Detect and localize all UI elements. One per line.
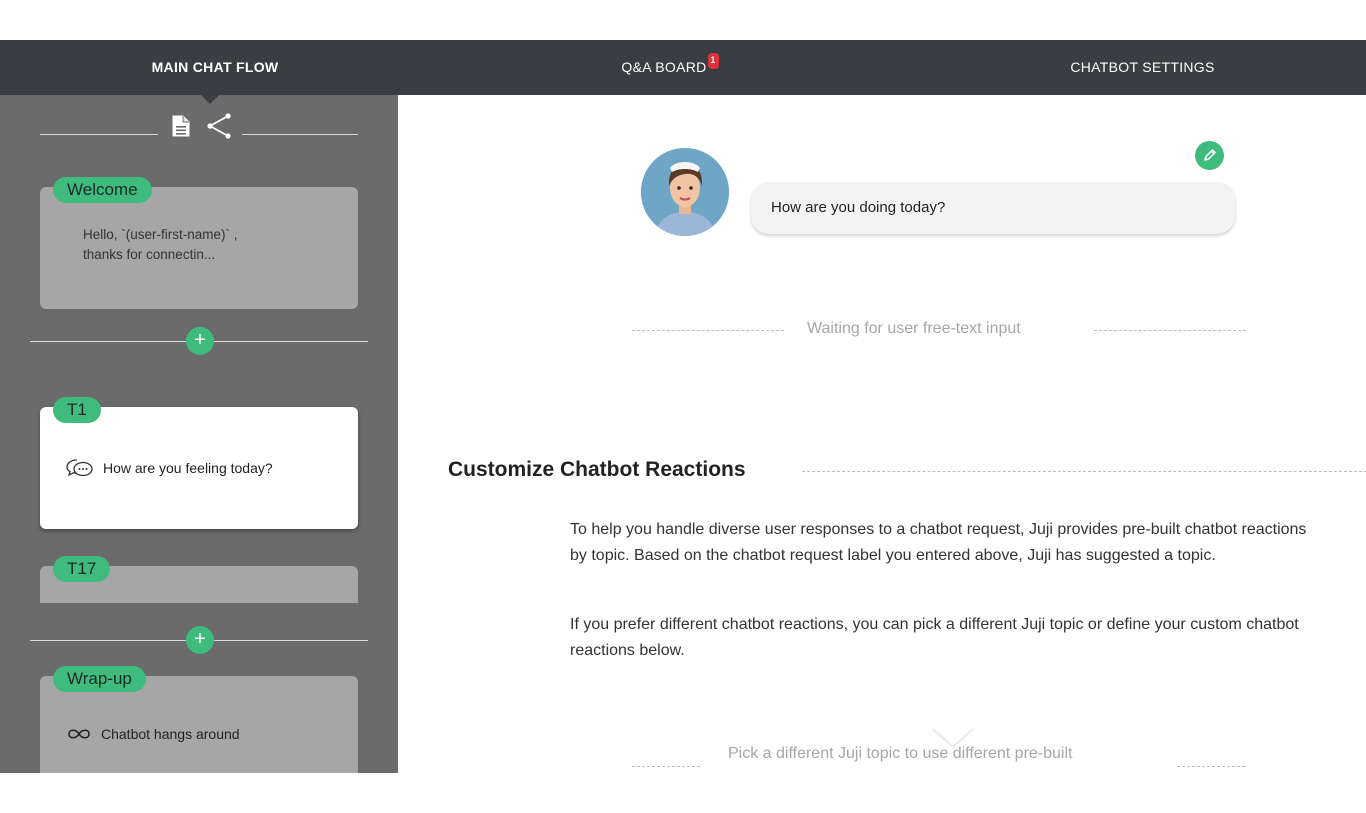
info-paragraph-1: To help you handle diverse user response… xyxy=(570,521,1307,564)
tab-qa-board[interactable]: Q&A BOARD 1 xyxy=(470,40,870,95)
wrap-up-card-text: Chatbot hangs around xyxy=(101,726,240,742)
waiting-text: Waiting for user free-text input xyxy=(807,320,1021,337)
dashed-line xyxy=(1094,330,1246,331)
chatbot-message-bubble: How are you doing today? xyxy=(751,182,1235,234)
tab-chatbot-settings-label: CHATBOT SETTINGS xyxy=(1070,59,1215,75)
main-content: How are you doing today? Waiting for use… xyxy=(398,95,1366,773)
dashed-line xyxy=(632,330,784,331)
dashed-line xyxy=(632,766,700,767)
card-tag-wrap-up[interactable]: Wrap-up xyxy=(53,666,146,692)
section-dashed-line xyxy=(802,471,1366,472)
info-paragraph-2: If you prefer different chatbot reaction… xyxy=(570,616,1299,659)
chat-bubbles-icon xyxy=(66,459,93,477)
add-step-button[interactable]: + xyxy=(186,626,214,654)
document-icon[interactable] xyxy=(168,113,194,139)
card-tag-t17[interactable]: T17 xyxy=(53,556,111,582)
add-step-button[interactable]: + xyxy=(186,327,214,355)
tab-main-chat-flow-label: MAIN CHAT FLOW xyxy=(151,59,279,75)
welcome-card-text-line2: thanks for connectin... xyxy=(83,247,216,262)
toolbar-divider-right xyxy=(242,134,358,135)
tab-main-chat-flow[interactable]: MAIN CHAT FLOW xyxy=(0,40,430,95)
section-title: Customize Chatbot Reactions xyxy=(448,458,746,481)
pencil-icon xyxy=(1204,149,1216,161)
t1-card-row: How are you feeling today? xyxy=(65,457,273,479)
welcome-card-text-line1: Hello, `(user-first-name)` , xyxy=(83,227,238,242)
pick-topic-row: Pick a different Juji topic to use diffe… xyxy=(632,745,1246,767)
sidebar-toolbar xyxy=(40,109,358,139)
chat-flow-sidebar: Welcome Hello, `(user-first-name)` , tha… xyxy=(0,95,398,773)
top-nav-bar: MAIN CHAT FLOW Q&A BOARD 1 CHATBOT SETTIN… xyxy=(0,40,1366,104)
tab-qa-board-label: Q&A BOARD xyxy=(621,59,707,75)
top-blank-area xyxy=(0,0,1366,40)
card-tag-t1[interactable]: T1 xyxy=(53,397,101,423)
pick-topic-text[interactable]: Pick a different Juji topic to use diffe… xyxy=(728,745,1072,763)
notification-badge: 1 xyxy=(707,53,719,69)
active-tab-caret xyxy=(201,95,219,104)
t1-card[interactable]: How are you feeling today? xyxy=(40,407,358,529)
waiting-indicator: Waiting for user free-text input xyxy=(632,320,1246,340)
t1-card-text: How are you feeling today? xyxy=(103,460,273,476)
flow-branch-icon[interactable] xyxy=(206,113,232,139)
dashed-line xyxy=(1177,766,1245,767)
wrap-up-card-row: Chatbot hangs around xyxy=(65,726,240,742)
card-tag-welcome[interactable]: Welcome xyxy=(53,177,152,203)
edit-button[interactable] xyxy=(1195,141,1224,170)
chatbot-avatar xyxy=(641,148,729,236)
welcome-card[interactable]: Hello, `(user-first-name)` , thanks for … xyxy=(40,187,358,309)
infinity-icon xyxy=(68,729,90,739)
toolbar-divider-left xyxy=(40,134,158,135)
tab-chatbot-settings[interactable]: CHATBOT SETTINGS xyxy=(960,40,1325,95)
